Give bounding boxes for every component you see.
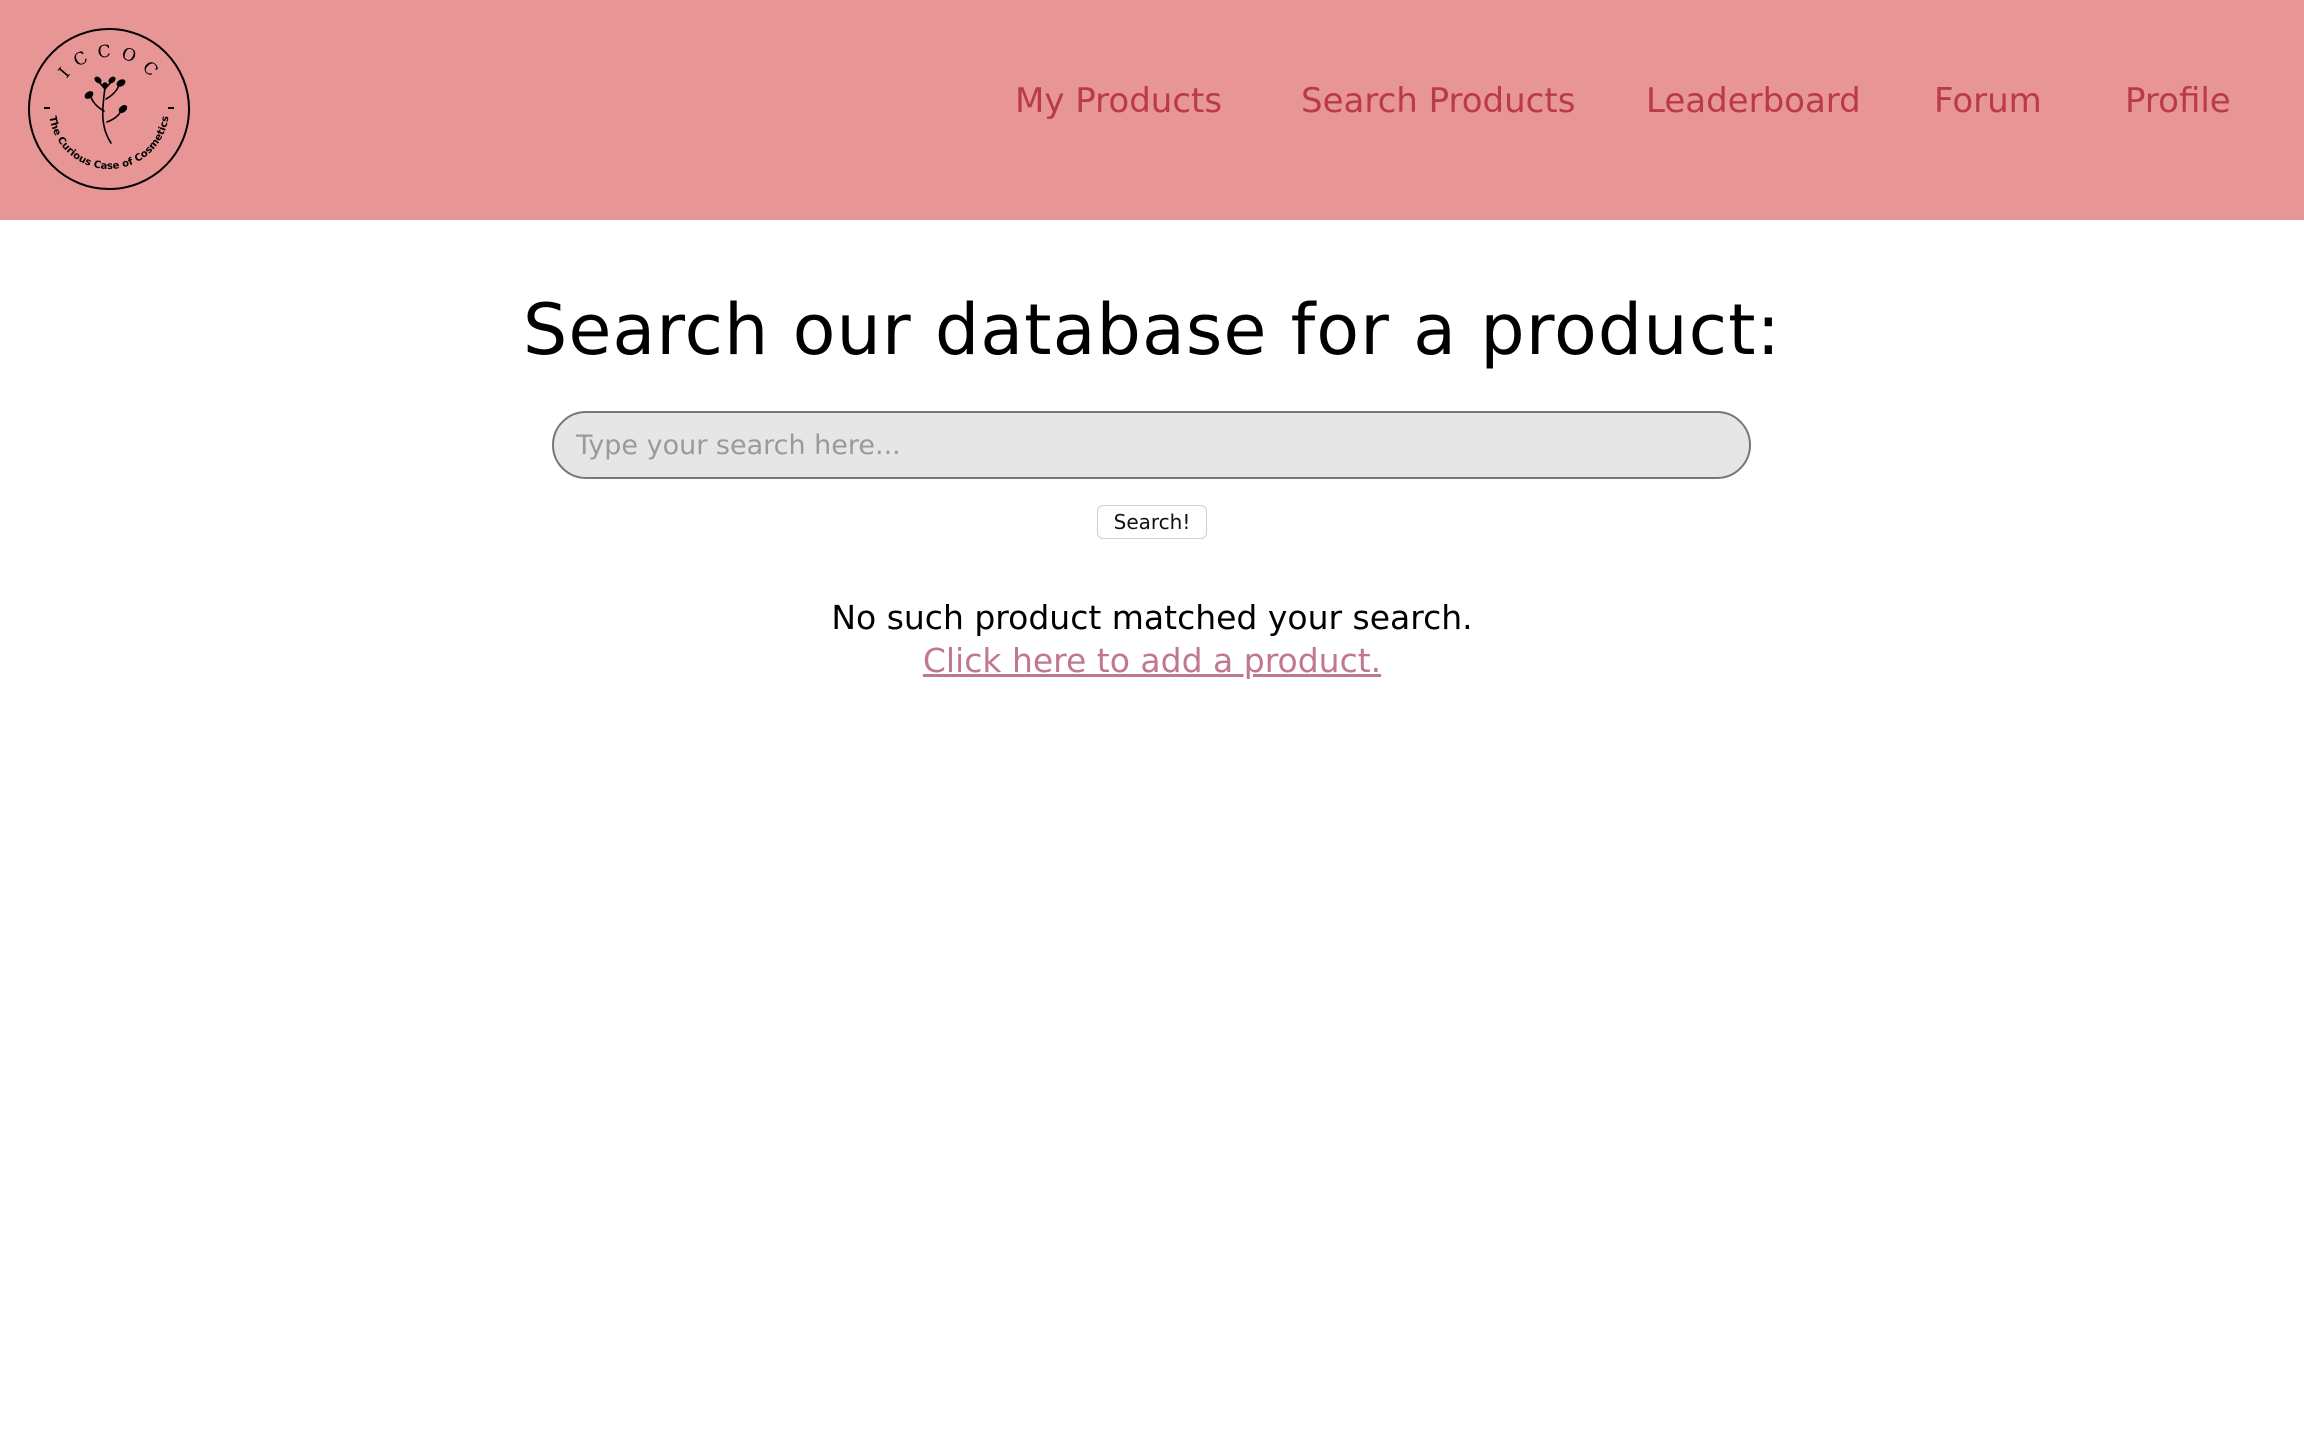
nav-search-products[interactable]: Search Products	[1301, 78, 1575, 124]
main-navigation: My Products Search Products Leaderboard …	[0, 78, 2304, 128]
page-title: Search our database for a product:	[522, 289, 1782, 371]
search-input[interactable]	[552, 411, 1751, 479]
add-product-link-wrapper: Click here to add a product.	[0, 639, 2304, 683]
no-results-message: No such product matched your search.	[831, 598, 1473, 637]
nav-forum[interactable]: Forum	[1934, 78, 2042, 124]
nav-leaderboard[interactable]: Leaderboard	[1646, 78, 1861, 124]
add-product-link[interactable]: Click here to add a product.	[923, 641, 1381, 680]
site-header: I C C O C The Curious Case of Cosmetics	[0, 0, 2304, 220]
logo-letters: I C C O C	[55, 42, 163, 82]
search-button[interactable]: Search!	[1097, 505, 1207, 539]
nav-profile[interactable]: Profile	[2125, 78, 2231, 124]
nav-my-products[interactable]: My Products	[1015, 78, 1222, 124]
